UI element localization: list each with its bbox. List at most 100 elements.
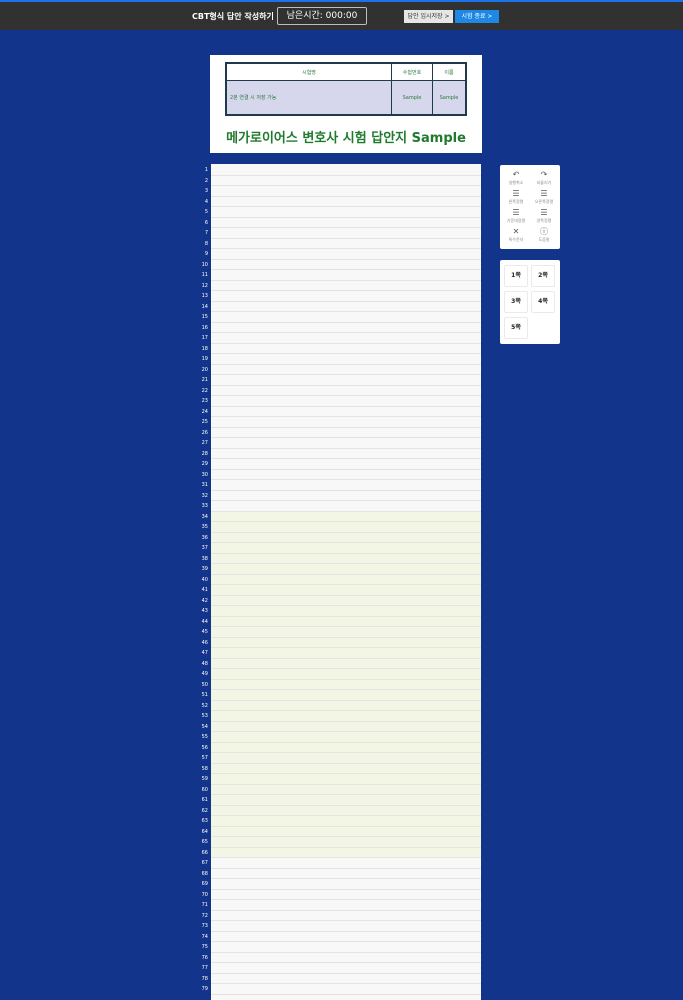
answer-line[interactable] [211,459,481,470]
answer-line[interactable] [211,805,481,816]
answer-line[interactable] [211,574,481,585]
answer-line[interactable] [211,176,481,186]
answer-line[interactable] [211,606,481,617]
page-button[interactable]: 3쪽 [504,291,528,313]
answer-line[interactable] [211,595,481,606]
answer-line[interactable] [211,700,481,711]
tool-button[interactable]: ⓘ 도움말 [530,227,558,245]
answer-line[interactable] [211,658,481,669]
tool-button[interactable]: ↷ 되돌리기 [530,170,558,188]
answer-line[interactable] [211,260,481,270]
answer-line[interactable] [211,354,481,365]
answer-line[interactable] [211,679,481,690]
line-number: 49 [201,671,208,677]
answer-line[interactable] [211,375,481,386]
line-number: 2 [204,177,208,184]
answer-line[interactable] [211,228,481,239]
answer-line[interactable] [211,270,481,281]
page-button[interactable]: 4쪽 [531,291,555,313]
answer-line[interactable] [211,249,481,260]
answer-line[interactable] [211,197,481,207]
answer-line[interactable] [211,428,481,438]
tool-button[interactable]: ☰ 오른쪽정렬 [530,189,558,207]
answer-line[interactable] [211,774,481,785]
answer-line[interactable] [211,522,481,533]
answer-line[interactable] [211,953,481,963]
answer-line[interactable] [211,911,481,921]
answer-line[interactable] [211,396,481,407]
line-number: 68 [201,870,208,877]
answer-line[interactable] [211,984,481,995]
answer-line[interactable] [211,532,481,543]
answer-line[interactable] [211,470,481,480]
answer-line[interactable] [211,721,481,732]
tool-button[interactable]: ☰ 양쪽정렬 [530,208,558,226]
answer-line[interactable] [211,900,481,911]
answer-line[interactable] [211,669,481,680]
tool-button[interactable]: ↶ 실행취소 [502,170,530,188]
answer-line[interactable] [211,784,481,795]
answer-line[interactable] [211,627,481,638]
answer-line[interactable] [211,543,481,554]
answer-line[interactable] [211,932,481,942]
answer-line[interactable] [211,239,481,249]
answer-line[interactable] [211,763,481,774]
tool-button[interactable]: ✕ 특수문자 [502,227,530,245]
answer-line[interactable] [211,753,481,764]
answer-line[interactable] [211,207,481,218]
answer-line[interactable] [211,890,481,900]
temp-save-button[interactable]: 답안 임시저장 > [404,10,453,23]
answer-line[interactable] [211,302,481,312]
answer-line[interactable] [211,837,481,848]
answer-line[interactable] [211,344,481,354]
answer-line[interactable] [211,974,481,984]
tool-button[interactable]: ☰ 가운데정렬 [502,208,530,226]
answer-line[interactable] [211,858,481,869]
answer-line[interactable] [211,386,481,396]
answer-line[interactable] [211,816,481,827]
answer-line[interactable] [211,585,481,596]
answer-line[interactable] [211,218,481,228]
line-number: 56 [201,744,208,751]
answer-line[interactable] [211,742,481,753]
answer-line[interactable] [211,312,481,323]
answer-line[interactable] [211,637,481,648]
answer-line[interactable] [211,648,481,659]
answer-line[interactable] [211,323,481,333]
answer-line[interactable] [211,711,481,722]
answer-line[interactable] [211,553,481,564]
answer-line[interactable] [211,407,481,417]
tool-button[interactable]: ☰ 왼쪽정렬 [502,189,530,207]
answer-line[interactable] [211,491,481,501]
answer-line[interactable] [211,795,481,806]
answer-line[interactable] [211,879,481,890]
answer-line[interactable] [211,165,481,176]
answer-line[interactable] [211,365,481,375]
answer-line[interactable] [211,281,481,291]
answer-line[interactable] [211,480,481,491]
answer-line[interactable] [211,847,481,858]
answer-line[interactable] [211,511,481,522]
answer-line[interactable] [211,690,481,701]
answer-line[interactable] [211,942,481,953]
answer-line[interactable] [211,449,481,459]
line-number: 31 [201,482,208,488]
answer-line[interactable] [211,732,481,743]
answer-line[interactable] [211,291,481,302]
answer-line[interactable] [211,869,481,879]
end-exam-button[interactable]: 시험 종료 > [455,10,499,23]
answer-line[interactable] [211,826,481,837]
page-button[interactable]: 1쪽 [504,265,528,287]
answer-line[interactable] [211,616,481,627]
answer-line[interactable] [211,501,481,512]
answer-line[interactable] [211,921,481,932]
answer-line[interactable] [211,333,481,344]
answer-sheet[interactable] [211,164,481,1000]
page-button[interactable]: 5쪽 [504,317,528,339]
answer-line[interactable] [211,963,481,974]
answer-line[interactable] [211,186,481,197]
answer-line[interactable] [211,564,481,575]
answer-line[interactable] [211,417,481,428]
answer-line[interactable] [211,438,481,449]
page-button[interactable]: 2쪽 [531,265,555,287]
